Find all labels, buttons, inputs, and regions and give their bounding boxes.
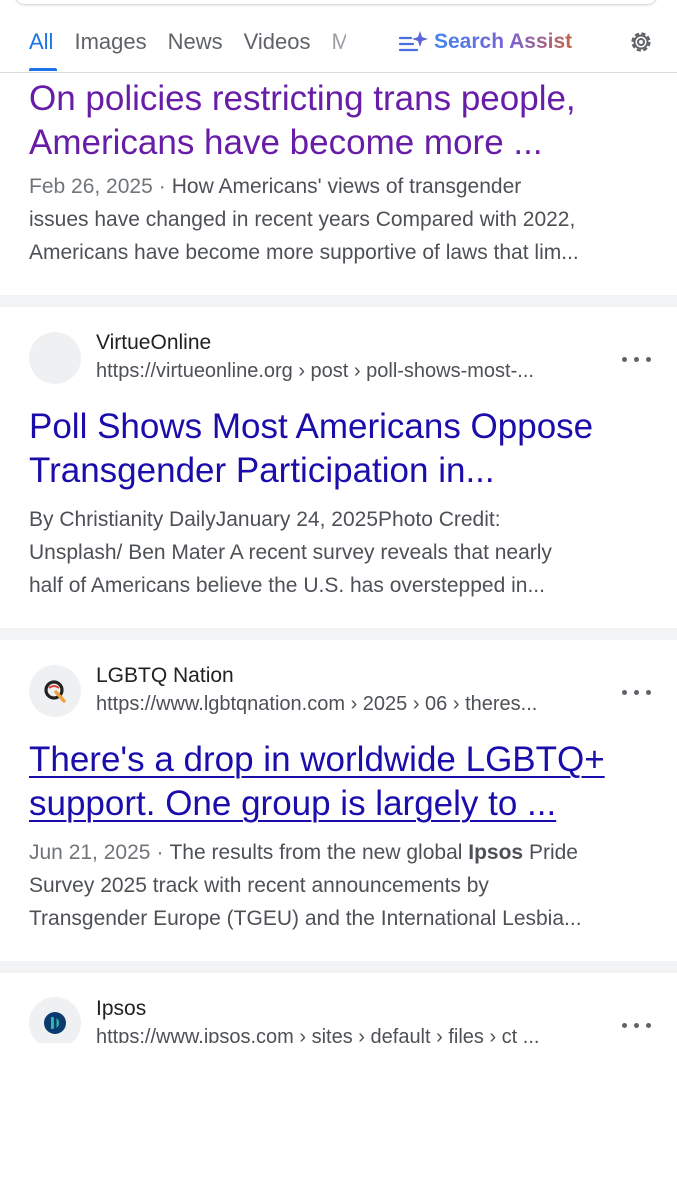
tab-divider [0,72,677,73]
lgbtq-nation-logo-icon [44,680,66,703]
site-name[interactable]: LGBTQ Nation [96,664,234,688]
more-options-icon[interactable] [622,349,652,369]
result-title-link[interactable]: There's a drop in worldwide LGBTQ+ suppo… [29,738,659,826]
more-options-icon[interactable] [622,682,652,702]
tab-videos[interactable]: Videos [244,29,311,55]
site-url[interactable]: https://virtueonline.org › post › poll-s… [96,360,606,383]
result-snippet: Jun 21, 2025 · The results from the new gl… [29,841,582,930]
site-favicon [29,332,81,384]
sparkle-list-icon [398,31,428,52]
site-url[interactable]: https://www.ipsos.com › sites › default … [96,1026,606,1043]
result-divider [0,628,677,640]
site-favicon [29,997,81,1043]
search-result-1: On policies restricting trans people, Am… [0,74,677,295]
tab-images[interactable]: Images [74,29,146,55]
result-divider [0,295,677,307]
gear-icon[interactable] [627,28,655,56]
search-result-3: LGBTQ Nation https://www.lgbtqnation.com… [0,640,677,960]
result-title-link[interactable]: Poll Shows Most Americans Oppose Transge… [29,405,659,493]
tab-all[interactable]: All [29,29,53,55]
search-result-4: Ipsos https://www.ipsos.com › sites › de… [0,973,677,1043]
site-favicon [29,665,81,717]
search-box-edge[interactable] [14,0,658,5]
result-date: Jun 21, 2025 [29,841,151,864]
search-tabs: All Images News Videos M [29,26,346,58]
site-name[interactable]: VirtueOnline [96,331,211,355]
search-assist-button[interactable]: Search Assist [398,26,572,58]
site-name[interactable]: Ipsos [96,997,146,1021]
tab-more-truncated[interactable]: M [332,29,346,55]
search-result-2: VirtueOnline https://virtueonline.org › … [0,307,677,627]
result-snippet: By Christianity DailyJanuary 24, 2025Pho… [29,508,552,597]
more-options-icon[interactable] [622,1015,652,1035]
result-date: Feb 26, 2025 [29,175,153,198]
result-title-link[interactable]: On policies restricting trans people, Am… [29,77,659,165]
top-bar: All Images News Videos M Search Assist [0,0,677,74]
search-assist-label: Search Assist [434,30,573,53]
tab-news[interactable]: News [168,29,223,55]
site-url[interactable]: https://www.lgbtqnation.com › 2025 › 06 … [96,693,606,716]
result-divider [0,961,677,973]
ipsos-logo-icon [44,1012,66,1034]
result-snippet: Feb 26, 2025 · How Americans' views of tra… [29,175,579,264]
active-tab-indicator [29,68,57,71]
